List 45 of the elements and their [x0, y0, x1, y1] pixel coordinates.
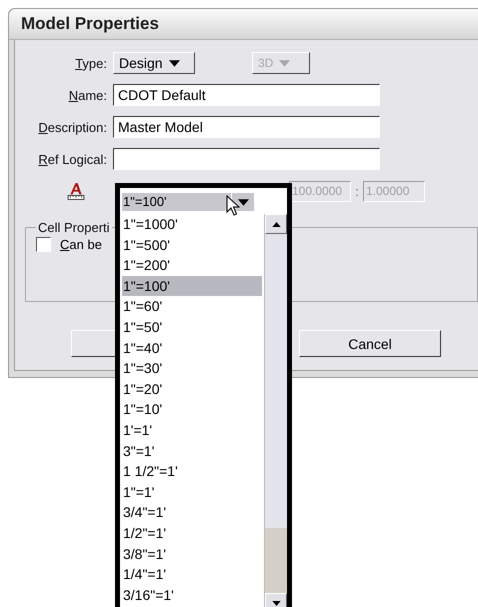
- list-option[interactable]: 1"=500': [122, 234, 262, 256]
- ratio-separator: :: [354, 184, 360, 198]
- list-option[interactable]: 1/2"=1': [122, 522, 262, 544]
- scroll-up-button[interactable]: [265, 214, 287, 234]
- cancel-button[interactable]: Cancel: [299, 330, 441, 357]
- field-label: Type:: [74, 56, 108, 70]
- list-option[interactable]: 1/4"=1': [122, 564, 262, 585]
- list-option[interactable]: 1"=10': [122, 399, 262, 420]
- list-option[interactable]: 3/16"=1': [122, 584, 262, 606]
- description-field[interactable]: Master Model: [113, 116, 380, 138]
- scrollbar[interactable]: [264, 214, 287, 607]
- list-option[interactable]: 1 1/2"=1': [122, 461, 262, 482]
- field-label: Name:: [68, 88, 108, 102]
- group-title: Cell Properti: [37, 220, 111, 235]
- list-option[interactable]: 1"=1': [122, 482, 262, 502]
- dropdown-arrow-icon: [279, 60, 290, 66]
- type-dropdown[interactable]: Design: [113, 52, 195, 74]
- field-label: Description:: [37, 120, 108, 134]
- mouse-pointer-icon: [226, 195, 240, 217]
- list-option[interactable]: 1"=40': [122, 338, 262, 358]
- checkbox[interactable]: [36, 237, 51, 252]
- list-option[interactable]: 3/4"=1': [122, 502, 262, 523]
- list-option[interactable]: 3/8"=1': [122, 544, 262, 564]
- checkbox-label: Can be: [60, 237, 102, 252]
- list-option[interactable]: 1"=50': [122, 316, 262, 338]
- list-option[interactable]: 1"=30': [122, 358, 262, 379]
- dropdown-arrow-icon: [238, 198, 248, 206]
- list-option[interactable]: 1"=20': [122, 378, 262, 400]
- field-label: Ref Logical:: [37, 152, 108, 166]
- ref-logical-field[interactable]: [113, 148, 380, 170]
- list-option[interactable]: 1"=100': [122, 276, 262, 296]
- list-option[interactable]: 3"=1': [122, 440, 262, 462]
- list-option[interactable]: 1"=1000': [122, 214, 262, 235]
- list-option[interactable]: 1'=1': [122, 420, 262, 441]
- scroll-thumb[interactable]: [265, 528, 287, 593]
- up-arrow-icon: [272, 222, 280, 226]
- scroll-down-button[interactable]: [265, 593, 287, 607]
- down-arrow-icon: [272, 600, 280, 606]
- list-option[interactable]: 1"=200': [122, 255, 262, 276]
- letter-ruler-icon: [67, 182, 85, 200]
- list-option[interactable]: 1"=60': [122, 296, 262, 317]
- dropdown-arrow-icon: [168, 60, 180, 66]
- name-field[interactable]: CDOT Default: [113, 84, 380, 106]
- window-title: Model Properties: [21, 14, 159, 34]
- combo-value: 1"=100': [122, 193, 231, 211]
